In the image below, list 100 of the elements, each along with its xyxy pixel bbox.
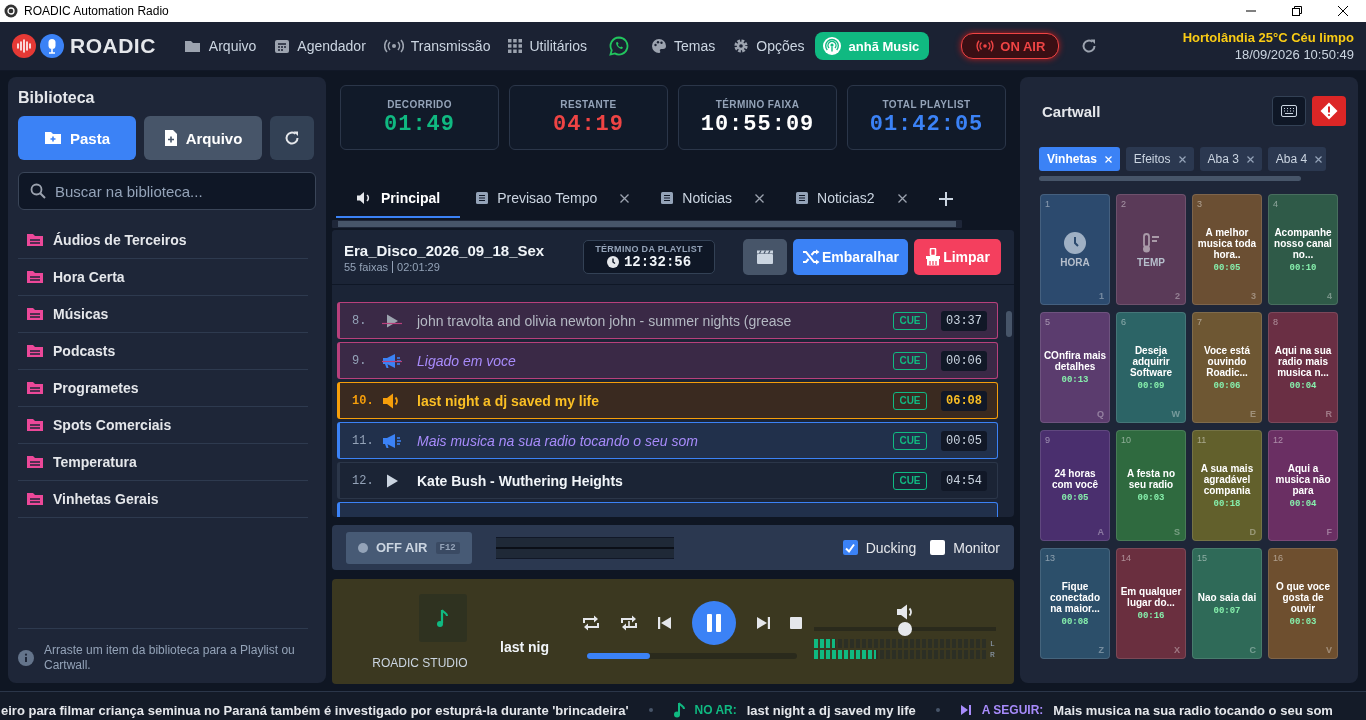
cart-button[interactable]: 16 O que voce gosta de ouvir 00:03 V (1268, 548, 1338, 659)
playlist-row[interactable]: 10. last night a dj saved my life CUE 06:08 (337, 382, 998, 419)
playlist-row[interactable]: 12. Kate Bush - Wuthering Heights CUE 04:54 (337, 462, 998, 499)
hint-text: Arraste um item da biblioteca para a Playlist ou Cartwall. (44, 643, 296, 673)
shuffle-button[interactable]: Embaralhar (793, 239, 908, 275)
cart-button[interactable]: 6 Deseja adquirir Software 00:09 W (1116, 312, 1186, 423)
search-field[interactable]: Buscar na biblioteca... (18, 172, 316, 210)
track-title: Mais musica na sua radio tocando o seu som (417, 432, 699, 449)
menu-item[interactable]: Utilitários (508, 38, 588, 54)
brush-icon (925, 248, 942, 266)
checkbox[interactable] (930, 540, 946, 555)
cart-button[interactable]: 8 Aqui na sua radio mais musica n... 00:04 R (1268, 312, 1338, 423)
cartwall-tab[interactable]: Aba 4 (1267, 147, 1327, 171)
shortcut-key: C (1249, 645, 1256, 655)
cart-button[interactable]: 11 A sua mais agradável compania 00:18 D (1192, 430, 1262, 541)
checkbox[interactable] (842, 540, 858, 555)
folder-button[interactable]: Pasta (18, 116, 136, 160)
shortcut-key: S (1174, 527, 1180, 537)
repeat-icon[interactable] (582, 614, 600, 631)
off-air-button[interactable]: OFF AIR F12 (346, 531, 472, 564)
cue-button[interactable]: CUE (893, 471, 927, 490)
folder-icon (26, 418, 44, 432)
library-folder[interactable]: Spots Comerciais (18, 407, 308, 444)
panel-title: Biblioteca (18, 89, 96, 107)
next-icon[interactable] (756, 615, 770, 630)
cue-button[interactable]: CUE (893, 311, 927, 330)
horizontal-scrollbar[interactable] (1039, 176, 1301, 181)
refresh-icon[interactable] (1081, 38, 1098, 54)
cart-button[interactable]: 3 A melhor musica toda hora.. 00:05 3 (1192, 194, 1262, 305)
cue-button[interactable]: CUE (893, 391, 927, 410)
library-folder[interactable]: Podcasts (18, 333, 308, 370)
refresh-icon (284, 130, 300, 146)
horizontal-scrollbar[interactable] (332, 220, 962, 228)
library-folder[interactable]: Músicas (18, 296, 308, 333)
cartwall-tab[interactable]: Vinhetas (1039, 147, 1120, 171)
pause-button[interactable] (692, 600, 736, 645)
keyboard-button[interactable] (1272, 96, 1306, 126)
maximize-icon[interactable] (1292, 6, 1302, 16)
shortcut-key: F (1326, 527, 1332, 537)
checkbox-label[interactable]: Monitor (953, 539, 1000, 556)
on-air-button[interactable]: ON AIR (961, 33, 1060, 59)
video-button[interactable] (743, 239, 787, 275)
cart-button[interactable]: 12 Aqui a musica não para 00:04 F (1268, 430, 1338, 541)
cart-button[interactable]: 10 A festa no seu radio 00:03 S (1116, 430, 1186, 541)
cart-button[interactable]: 9 24 horas com você 00:05 A (1040, 430, 1110, 541)
cart-button[interactable]: 7 Voce está ouvindo Roadic... 00:06 E (1192, 312, 1262, 423)
library-folder[interactable]: Áudios de Terceiros (18, 222, 308, 259)
chat-icon[interactable] (609, 36, 630, 56)
volume-icon[interactable] (896, 603, 914, 620)
folder-icon (26, 344, 44, 358)
playlist-tab[interactable]: Noticias2 (780, 180, 923, 218)
menu-item[interactable]: Temas (651, 38, 716, 54)
channel-label: L (990, 639, 996, 648)
cart-button[interactable]: 13 Fique conectado na maior... 00:08 Z (1040, 548, 1110, 659)
library-folder[interactable]: Hora Certa (18, 259, 308, 296)
playlist-row[interactable]: 8. john travolta and olivia newton john - summer nights (grease CUE 03:37 (337, 302, 998, 339)
repeat-one-icon[interactable] (620, 614, 638, 631)
menu-item[interactable]: Arquivo (183, 38, 257, 54)
cart-button[interactable]: 15 Nao saia dai 00:07 C (1192, 548, 1262, 659)
menu-item[interactable]: Transmissão (383, 38, 491, 54)
track-title: Ligado em voce (417, 352, 517, 369)
library-folder[interactable]: Vinhetas Gerais (18, 481, 308, 518)
cart-button[interactable]: 5 COnfira mais detalhes 00:13 Q (1040, 312, 1110, 423)
playlist-tab[interactable]: Previsao Tempo (460, 180, 646, 218)
previous-icon[interactable] (658, 615, 672, 630)
cart-number: 12 (1273, 435, 1283, 445)
close-icon[interactable] (620, 193, 630, 203)
clear-button[interactable]: Limpar (914, 239, 1001, 275)
cart-button[interactable]: 14 Em qualquer lugar do... 00:16 X (1116, 548, 1186, 659)
checkbox-label[interactable]: Ducking (865, 539, 917, 556)
cue-button[interactable]: CUE (893, 351, 927, 370)
warning-button[interactable] (1312, 96, 1346, 126)
close-icon[interactable] (1338, 6, 1348, 16)
library-folder[interactable]: Temperatura (18, 444, 308, 481)
playlist-tab[interactable]: Noticias (645, 180, 781, 218)
cartwall-tab[interactable]: Aba 3 (1199, 147, 1262, 171)
close-icon[interactable] (755, 193, 765, 203)
folder-icon (26, 270, 44, 284)
add-tab-icon[interactable] (938, 192, 953, 206)
menu-item[interactable]: Opções (733, 38, 805, 54)
cart-title: Em qualquer lugar do... (1119, 586, 1183, 608)
cart-button[interactable]: 1 HORA 1 (1040, 194, 1110, 305)
playlist-row[interactable] (337, 502, 998, 517)
stop-icon[interactable] (790, 616, 802, 629)
refresh-button[interactable] (270, 116, 314, 160)
cart-duration: 00:06 (1213, 380, 1241, 391)
playlist-row[interactable]: 9. Ligado em voce CUE 00:06 (337, 342, 998, 379)
progress-bar[interactable] (587, 652, 797, 659)
cart-duration: 00:03 (1137, 493, 1165, 503)
playlist-tab[interactable]: Principal (336, 180, 461, 218)
cart-button[interactable]: 2 TEMP 2 (1116, 194, 1186, 305)
menu-item[interactable]: Agendador (274, 38, 366, 54)
library-folder[interactable]: Programetes (18, 370, 308, 407)
file-button[interactable]: Arquivo (144, 116, 262, 160)
cue-button[interactable]: CUE (893, 431, 927, 450)
close-icon[interactable] (897, 193, 907, 203)
cartwall-tab[interactable]: Efeitos (1125, 147, 1194, 171)
playlist-row[interactable]: 11. Mais musica na sua radio tocando o seu som CUE 00:05 (337, 422, 998, 459)
cart-button[interactable]: 4 Acompanhe nosso canal no... 00:10 4 (1268, 194, 1338, 305)
vertical-scrollbar[interactable] (1006, 311, 1012, 337)
